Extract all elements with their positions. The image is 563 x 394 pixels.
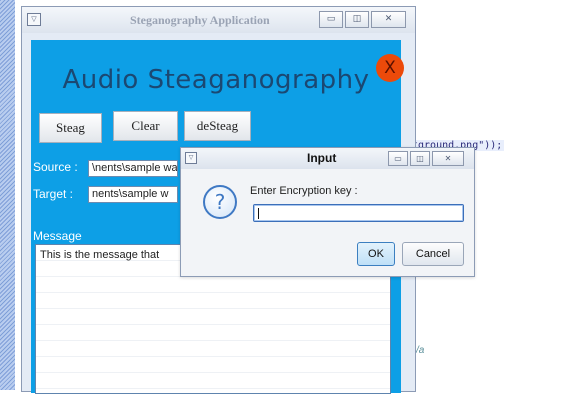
background-side-text: /a [416,345,425,356]
text-caret [258,208,259,219]
desteag-button[interactable]: deSteag [184,111,251,141]
target-label: Target : [33,187,74,201]
dialog-prompt: Enter Encryption key : [250,185,358,197]
source-label: Source : [33,160,78,174]
minimize-icon[interactable]: ▭ [319,11,343,28]
app-title: Audio Steaganography [62,65,370,95]
dialog-titlebar[interactable]: ▽ Input ▭ ◫ ✕ [181,148,474,169]
desktop-strip [0,0,15,390]
dialog-close-icon[interactable]: ✕ [432,151,464,166]
dialog-system-menu-icon[interactable]: ▽ [185,152,197,164]
question-icon: ? [203,185,237,219]
dialog-window-controls: ▭ ◫ ✕ [388,151,466,166]
dialog-maximize-icon[interactable]: ◫ [410,151,430,166]
source-field[interactable]: \nents\sample wa [88,160,178,177]
exit-button[interactable]: X [376,54,404,82]
dialog-title: Input [307,151,337,165]
system-menu-icon[interactable]: ▽ [27,13,41,26]
message-label: Message [33,229,82,243]
window-title: Steganography Application [130,13,270,27]
window-controls: ▭ ◫ ✕ [319,11,408,28]
encryption-key-input[interactable] [253,204,464,222]
dialog-minimize-icon[interactable]: ▭ [388,151,408,166]
maximize-icon[interactable]: ◫ [345,11,369,28]
steag-button[interactable]: Steag [39,113,102,143]
target-field[interactable]: nents\sample w [88,186,178,203]
input-dialog: ▽ Input ▭ ◫ ✕ ? Enter Encryption key : O… [180,147,475,277]
close-icon[interactable]: ✕ [371,11,406,28]
cancel-button[interactable]: Cancel [402,242,464,266]
clear-button[interactable]: Clear [113,111,178,141]
ok-button[interactable]: OK [357,242,395,266]
main-window-titlebar[interactable]: ▽ Steganography Application ▭ ◫ ✕ [22,7,415,33]
message-text: This is the message that [40,249,160,261]
